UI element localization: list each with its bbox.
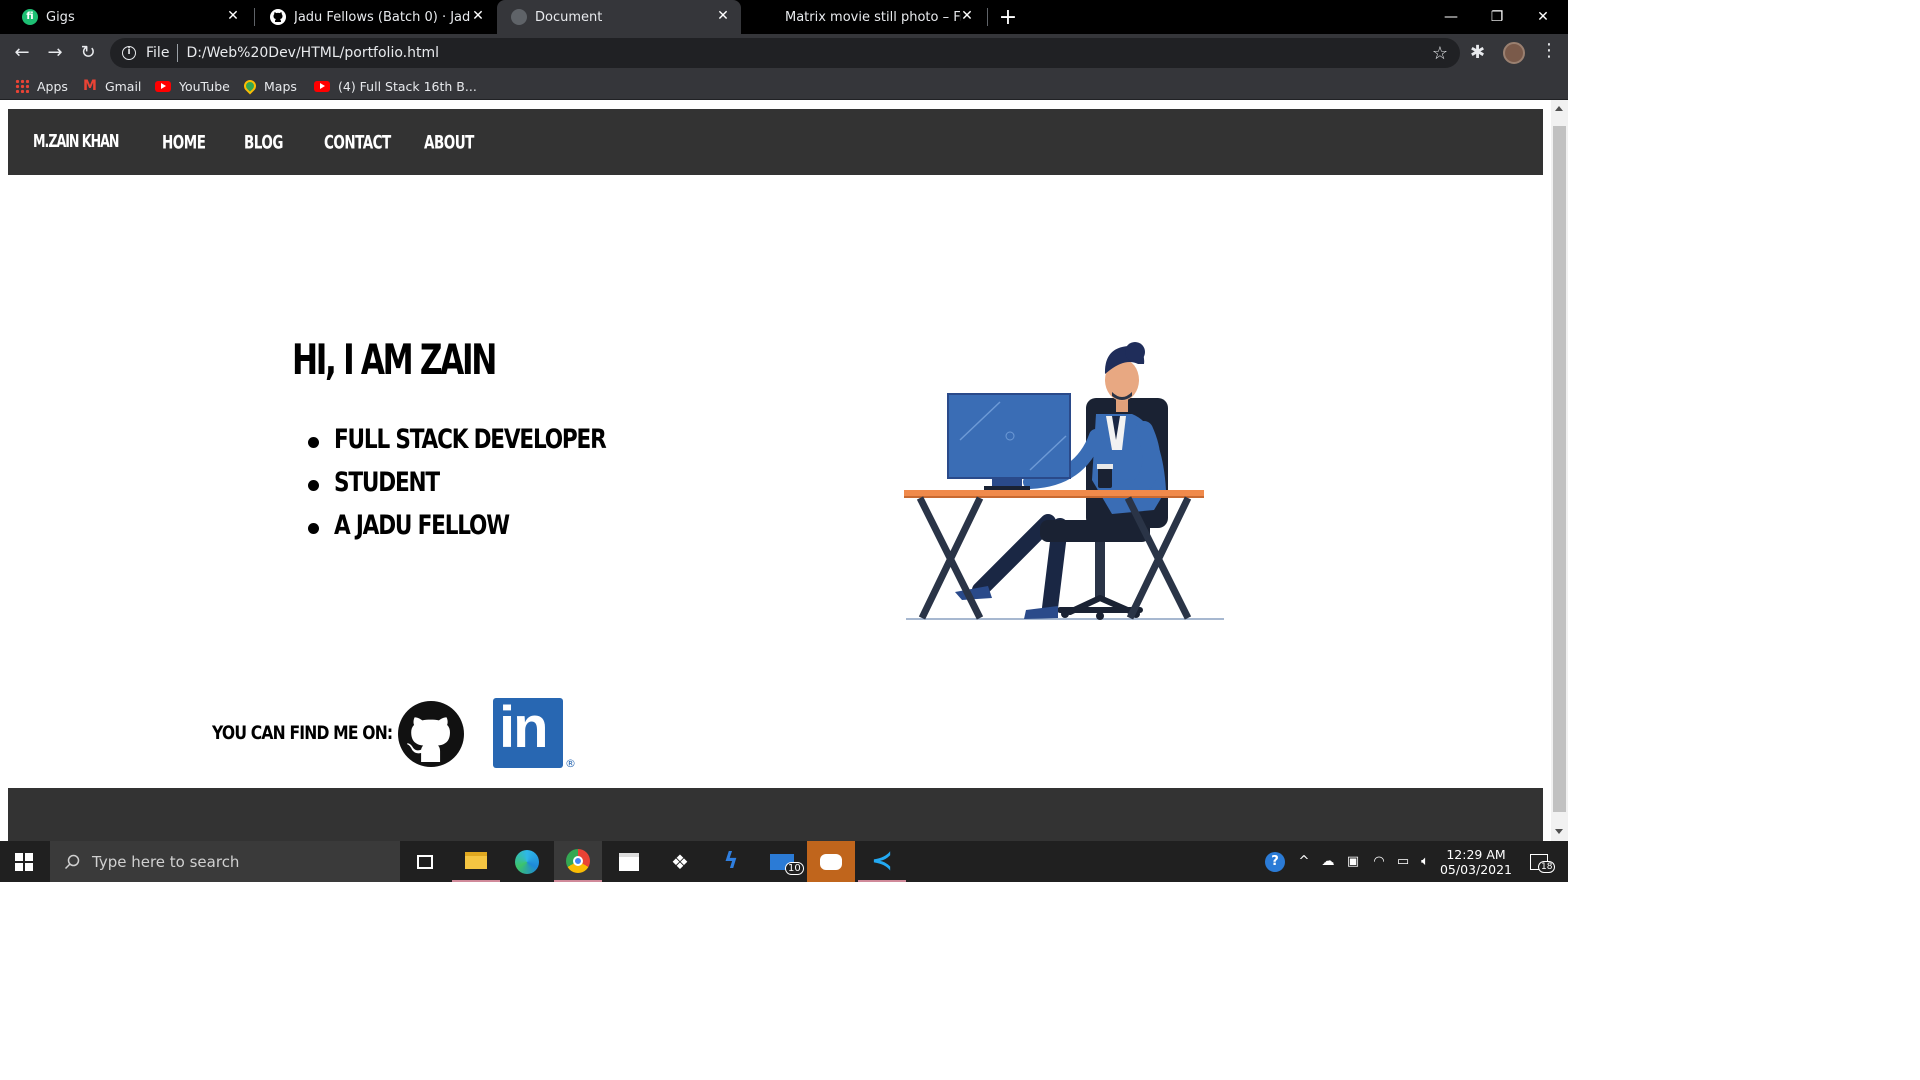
site-navbar: M.ZAIN KHAN HOME BLOG CONTACT ABOUT <box>8 109 1543 175</box>
hero-title: HI, I AM ZAIN <box>292 336 497 385</box>
bullet-icon <box>308 480 319 491</box>
linkedin-icon[interactable]: in <box>493 695 563 768</box>
url-text[interactable]: D:/Web%20Dev/HTML/portfolio.html <box>186 45 439 61</box>
tab-document[interactable]: Document ✕ <box>497 0 741 34</box>
forward-button[interactable]: → <box>43 42 67 64</box>
list-item: FULL STACK DEVELOPER <box>306 424 673 467</box>
list-item: STUDENT <box>306 467 673 510</box>
reload-button[interactable]: ↻ <box>76 42 100 64</box>
globe-icon <box>511 9 527 25</box>
tab-title: Gigs <box>46 9 75 25</box>
back-button[interactable]: ← <box>10 42 34 64</box>
maps-icon <box>241 77 259 95</box>
page-viewport: M.ZAIN KHAN HOME BLOG CONTACT ABOUT HI, … <box>0 100 1551 841</box>
site-brand[interactable]: M.ZAIN KHAN <box>33 101 119 184</box>
new-tab-button[interactable]: + <box>985 0 1031 34</box>
tab-title: Matrix movie still photo – Free In <box>785 9 961 25</box>
notification-count: 18 <box>1538 861 1556 873</box>
vscode-icon[interactable]: ≺ <box>858 841 906 882</box>
close-window-button[interactable]: ✕ <box>1520 0 1566 34</box>
security-icon[interactable]: ▣ <box>1342 841 1364 882</box>
scroll-down-arrow[interactable] <box>1555 829 1563 834</box>
bullet-icon <box>308 437 319 448</box>
chrome-icon[interactable] <box>554 841 602 882</box>
youtube-icon <box>155 80 171 92</box>
wifi-icon[interactable]: ◠ <box>1368 841 1390 882</box>
tab-title: Document <box>535 9 603 25</box>
bookmarks-bar: Apps M Gmail YouTube Maps (4) Full Stack… <box>0 72 1568 100</box>
bookmark-fullstack[interactable]: (4) Full Stack 16th B... <box>314 72 477 100</box>
visual-studio-icon[interactable]: ϟ <box>707 841 755 882</box>
minimize-button[interactable]: — <box>1428 0 1474 34</box>
tab-gigs[interactable]: fi Gigs ✕ <box>8 0 251 34</box>
menu-icon[interactable]: ⋮ <box>1540 40 1558 61</box>
onedrive-icon[interactable]: ☁ <box>1318 841 1338 882</box>
close-tab-icon[interactable]: ✕ <box>470 8 486 24</box>
restore-button[interactable]: ❐ <box>1474 0 1520 34</box>
registered-mark: ® <box>565 757 576 770</box>
bookmark-apps[interactable]: Apps <box>15 72 68 100</box>
developer-at-desk-illustration <box>904 342 1224 620</box>
notifications-icon[interactable]: 18 <box>1522 841 1556 882</box>
scroll-up-arrow[interactable] <box>1555 106 1563 111</box>
mail-icon[interactable]: 10 <box>758 841 806 882</box>
edge-icon[interactable] <box>503 841 551 882</box>
discord-icon[interactable] <box>807 841 855 882</box>
chevron-up-icon[interactable]: ^ <box>1294 841 1314 882</box>
scheme-label: File <box>146 45 170 61</box>
fiverr-icon: fi <box>22 9 38 25</box>
tab-jadu-fellows[interactable]: Jadu Fellows (Batch 0) · Jadu-Fell ✕ <box>256 0 496 34</box>
clock-date: 05/03/2021 <box>1439 861 1513 877</box>
bookmark-star-icon[interactable]: ☆ <box>1432 43 1448 64</box>
close-tab-icon[interactable]: ✕ <box>715 8 731 24</box>
find-me-label: YOU CAN FIND ME ON: <box>212 722 393 744</box>
tab-title: Jadu Fellows (Batch 0) · Jadu-Fell <box>294 9 470 25</box>
bookmark-youtube[interactable]: YouTube <box>155 72 230 100</box>
start-button[interactable] <box>0 841 48 882</box>
clock[interactable]: 12:29 AM 05/03/2021 <box>1438 841 1514 882</box>
info-icon[interactable]: i <box>122 46 136 60</box>
github-icon <box>270 9 286 25</box>
page-scrollbar[interactable] <box>1551 100 1568 841</box>
tab-separator <box>254 8 255 26</box>
close-tab-icon[interactable]: ✕ <box>225 8 241 24</box>
close-tab-icon[interactable]: ✕ <box>959 8 975 24</box>
clock-time: 12:29 AM <box>1446 846 1506 862</box>
browser-toolbar: ← → ↻ i File D:/Web%20Dev/HTML/portfolio… <box>0 34 1568 72</box>
file-explorer-icon[interactable] <box>452 841 500 882</box>
github-icon[interactable] <box>398 701 464 767</box>
battery-icon[interactable]: ▭ <box>1392 841 1414 882</box>
taskbar-search-box[interactable]: Type here to search <box>50 841 400 882</box>
gmail-icon: M <box>83 78 97 94</box>
volume-icon[interactable]: 🔈︎ <box>1414 841 1436 882</box>
address-bar[interactable]: i File D:/Web%20Dev/HTML/portfolio.html … <box>110 38 1460 68</box>
bookmark-maps[interactable]: Maps <box>241 72 297 100</box>
list-item: A JADU FELLOW <box>306 510 673 553</box>
nav-link-contact[interactable]: CONTACT <box>324 101 391 184</box>
task-view-icon[interactable] <box>401 841 449 882</box>
hero-roles-list: FULL STACK DEVELOPER STUDENT A JADU FELL… <box>306 424 673 553</box>
mail-badge: 10 <box>785 862 804 875</box>
bullet-icon <box>308 523 319 534</box>
store-icon[interactable] <box>605 841 653 882</box>
windows-logo-icon <box>15 852 33 871</box>
tab-matrix[interactable]: Matrix movie still photo – Free In ✕ <box>763 0 985 34</box>
nav-link-about[interactable]: ABOUT <box>424 101 474 184</box>
nav-link-blog[interactable]: BLOG <box>244 101 283 184</box>
browser-tab-strip: fi Gigs ✕ Jadu Fellows (Batch 0) · Jadu-… <box>0 0 1568 34</box>
site-footer <box>8 788 1543 841</box>
extensions-icon[interactable]: ✱ <box>1470 42 1485 63</box>
bookmark-gmail[interactable]: M Gmail <box>83 72 141 100</box>
windows-taskbar: Type here to search ❖ ϟ 10 ≺ ? ^ ☁ ▣ ◠ ▭… <box>0 841 1568 882</box>
youtube-icon <box>314 80 330 92</box>
help-icon[interactable]: ? <box>1262 841 1288 882</box>
search-icon <box>64 854 80 869</box>
omnibox-divider <box>177 44 179 62</box>
apps-grid-icon <box>15 79 29 93</box>
dropbox-icon[interactable]: ❖ <box>656 841 704 882</box>
nav-link-home[interactable]: HOME <box>162 101 206 184</box>
scrollbar-thumb[interactable] <box>1553 126 1566 812</box>
profile-avatar[interactable] <box>1503 42 1525 64</box>
